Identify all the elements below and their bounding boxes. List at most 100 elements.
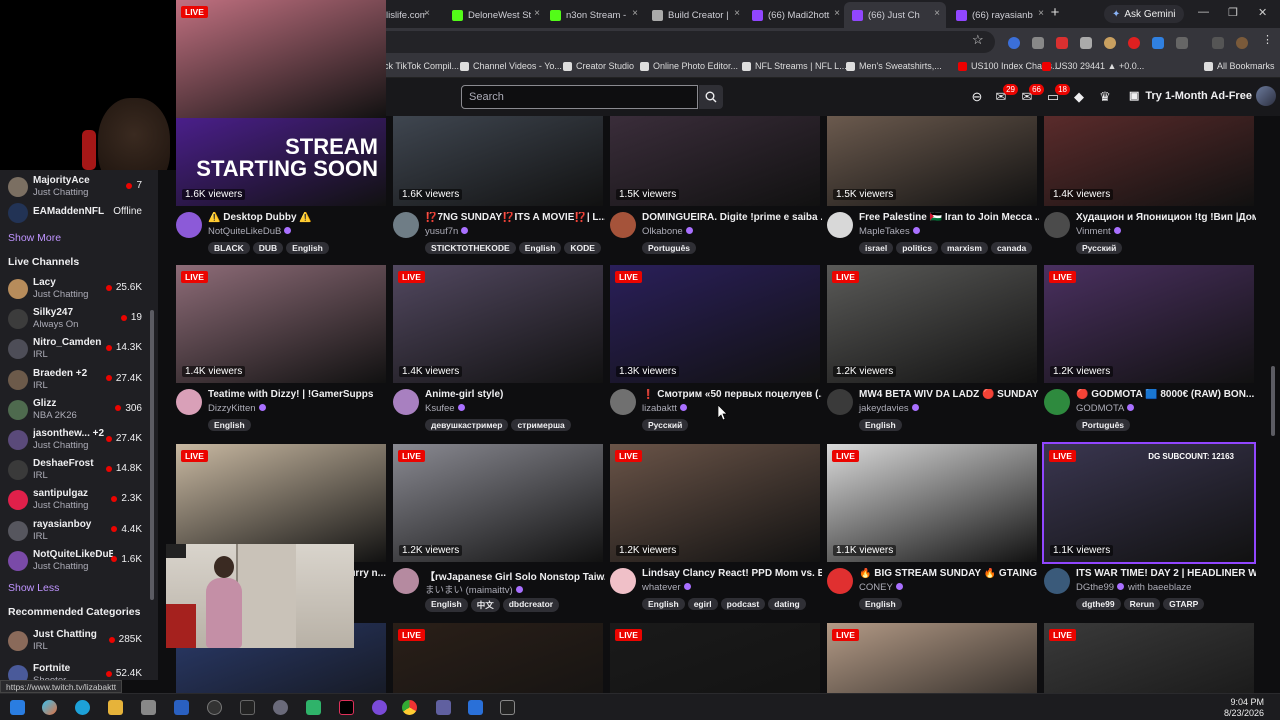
stream-tag[interactable]: English <box>642 598 685 610</box>
extension-icon[interactable] <box>1056 37 1068 49</box>
stream-tag[interactable]: egirl <box>687 598 718 610</box>
extension-icon[interactable] <box>1080 37 1092 49</box>
stream-tag[interactable]: BLACK <box>208 242 250 254</box>
browser-tab[interactable]: DeloneWest St × <box>444 2 546 28</box>
outlook-icon[interactable] <box>174 700 189 715</box>
channel-name[interactable]: GODMOTA <box>1076 403 1135 414</box>
channel-name[interactable]: whatever <box>642 582 691 593</box>
stream-thumbnail[interactable]: 1.5K viewers <box>827 116 1037 206</box>
floating-mini-player[interactable] <box>166 544 354 648</box>
stream-tag[interactable]: English <box>859 598 902 610</box>
ad-free-button[interactable]: ▣ Try 1-Month Ad-Free <box>1129 89 1252 103</box>
close-tab-icon[interactable]: × <box>934 8 940 19</box>
sidebar-channel[interactable]: santipulgaz Just Chatting 2.3K <box>0 485 158 515</box>
app-icon[interactable] <box>468 700 483 715</box>
bookmark-item[interactable]: Channel Videos - Yo... <box>460 61 562 71</box>
channel-name[interactable]: DGthe99 with baeeblaze <box>1076 582 1191 593</box>
stream-tag[interactable]: STICKTOTHEKODE <box>425 242 516 254</box>
bookmark-item[interactable]: Creator Studio <box>563 61 634 71</box>
browser-tab[interactable]: n3on Stream - × <box>542 2 644 28</box>
ask-gemini-button[interactable]: ✦ Ask Gemini <box>1104 5 1184 23</box>
new-tab-icon[interactable]: + <box>1043 4 1067 21</box>
channel-name[interactable]: yusuf7n <box>425 226 469 237</box>
chrome-icon[interactable] <box>402 700 417 715</box>
close-tab-icon[interactable]: × <box>632 8 638 19</box>
stream-tag[interactable]: 中文 <box>470 598 500 612</box>
stream-tag[interactable]: English <box>208 419 251 431</box>
stream-thumbnail[interactable]: LIVE 1.1K viewers <box>827 444 1037 562</box>
extension-icon[interactable] <box>1128 37 1140 49</box>
stream-thumbnail[interactable]: LIVE 1.2K viewers <box>393 444 603 562</box>
channel-avatar[interactable] <box>827 568 853 594</box>
windows-start-icon[interactable] <box>10 700 25 715</box>
channel-name[interactable]: MapleTakes <box>859 226 920 237</box>
close-tab-icon[interactable]: × <box>734 8 740 19</box>
close-tab-icon[interactable]: × <box>834 8 840 19</box>
app-icon[interactable] <box>436 700 451 715</box>
app-icon[interactable] <box>372 700 387 715</box>
stream-tag[interactable]: English <box>425 598 468 612</box>
bookmark-item[interactable]: All Bookmarks <box>1204 61 1275 71</box>
channel-avatar[interactable] <box>1044 389 1070 415</box>
stream-title[interactable]: ⚠️ Desktop Dubby ⚠️ <box>208 212 388 223</box>
extension-icon[interactable] <box>1104 37 1116 49</box>
bookmark-item[interactable]: US30 29441 ▲ +0.0... <box>1042 61 1144 71</box>
browser-tab[interactable]: Build Creator | × <box>644 2 746 28</box>
close-tab-icon[interactable]: × <box>424 8 430 19</box>
stream-title[interactable]: DOMINGUEIRA. Digite !prime e saiba ... <box>642 212 822 223</box>
tiktok-icon[interactable] <box>339 700 354 715</box>
stream-tag[interactable]: English <box>518 242 562 254</box>
app-icon[interactable] <box>273 700 288 715</box>
stream-thumbnail[interactable]: LIVE <box>176 0 386 118</box>
channel-name[interactable]: Vinment <box>1076 226 1121 237</box>
stream-title[interactable]: ❗ Смотрим «50 первых поцелуев (... <box>642 389 822 400</box>
user-avatar[interactable] <box>1256 86 1276 106</box>
close-window-icon[interactable]: ✕ <box>1258 6 1267 19</box>
stream-tag[interactable]: English <box>859 419 902 431</box>
stream-tag[interactable]: DUB <box>252 242 284 254</box>
stream-title[interactable]: Худацион и Японицион !tg !Вип |Дом... <box>1076 212 1256 223</box>
stream-title[interactable]: Lindsay Clancy React! PPD Mom vs. B... <box>642 568 822 579</box>
channel-name[interactable]: まいまい (maimaittv) <box>425 582 523 596</box>
extension-icon[interactable] <box>1152 37 1164 49</box>
stream-title[interactable]: Teatime with Dizzy! | !GamerSupps <box>208 389 388 400</box>
sidebar-channel[interactable]: NotQuiteLikeDuB Just Chatting 1.6K <box>0 546 158 576</box>
stream-title[interactable]: 【rwJapanese Girl Solo Nonstop Taiw... <box>425 568 605 583</box>
stream-title[interactable]: 🔥 BIG STREAM SUNDAY 🔥 GTAING ... <box>859 568 1039 579</box>
channel-avatar[interactable] <box>827 212 853 238</box>
sidebar-channel[interactable]: jasonthew... +2 Just Chatting 27.4K <box>0 425 158 455</box>
extension-icon[interactable] <box>1008 37 1020 49</box>
stream-tag[interactable]: marxism <box>940 242 988 254</box>
stream-thumbnail[interactable]: LIVE 1.1K viewers DG SUBCOUNT: 12163 <box>1042 442 1256 564</box>
browser-tab[interactable]: (66) Madi2hott × <box>744 2 846 28</box>
stream-tag[interactable]: dbdcreator <box>502 598 560 612</box>
stream-tag[interactable]: стримерша <box>511 419 571 431</box>
edge-icon[interactable] <box>75 700 90 715</box>
whispers-icon[interactable]: ▭ 18 <box>1045 84 1070 105</box>
stream-thumbnail[interactable]: 1.6K viewers STREAM STARTING SOON <box>176 116 386 206</box>
stream-tag[interactable]: politics <box>896 242 938 254</box>
channel-name[interactable]: lizabaktt <box>642 403 687 414</box>
channel-avatar[interactable] <box>610 389 636 415</box>
channel-name[interactable]: jakeydavies <box>859 403 919 414</box>
channel-avatar[interactable] <box>1044 212 1070 238</box>
stream-thumbnail[interactable]: LIVE 1.2K viewers <box>827 265 1037 383</box>
stream-thumbnail[interactable]: LIVE 1.2K viewers <box>610 444 820 562</box>
menu-lines-icon[interactable] <box>1212 37 1224 49</box>
stream-thumbnail[interactable]: LIVE 1.3K viewers <box>610 265 820 383</box>
sidebar-channel[interactable]: rayasianboy IRL 4.4K <box>0 516 158 546</box>
stream-thumbnail[interactable]: LIVE 1.4K viewers <box>176 265 386 383</box>
channel-name[interactable]: CONEY <box>859 582 903 593</box>
clock-app-icon[interactable] <box>207 700 222 715</box>
sidebar-channel[interactable]: Just Chatting IRL 285K <box>0 626 158 656</box>
file-explorer-icon[interactable] <box>108 700 123 715</box>
stream-title[interactable]: Anime-girl style) <box>425 389 605 400</box>
extension-icon[interactable] <box>1032 37 1044 49</box>
notifications-icon[interactable]: ✉ 29 <box>993 84 1018 105</box>
channel-name[interactable]: NotQuiteLikeDuB <box>208 226 292 237</box>
stream-thumbnail[interactable]: LIVE 1.2K viewers <box>1044 265 1254 383</box>
stream-tag[interactable]: dgthe99 <box>1076 598 1121 610</box>
channel-avatar[interactable] <box>393 389 419 415</box>
show-less-link[interactable]: Show Less <box>8 582 59 594</box>
browser-tab[interactable]: (66) Just Ch × <box>844 2 946 28</box>
